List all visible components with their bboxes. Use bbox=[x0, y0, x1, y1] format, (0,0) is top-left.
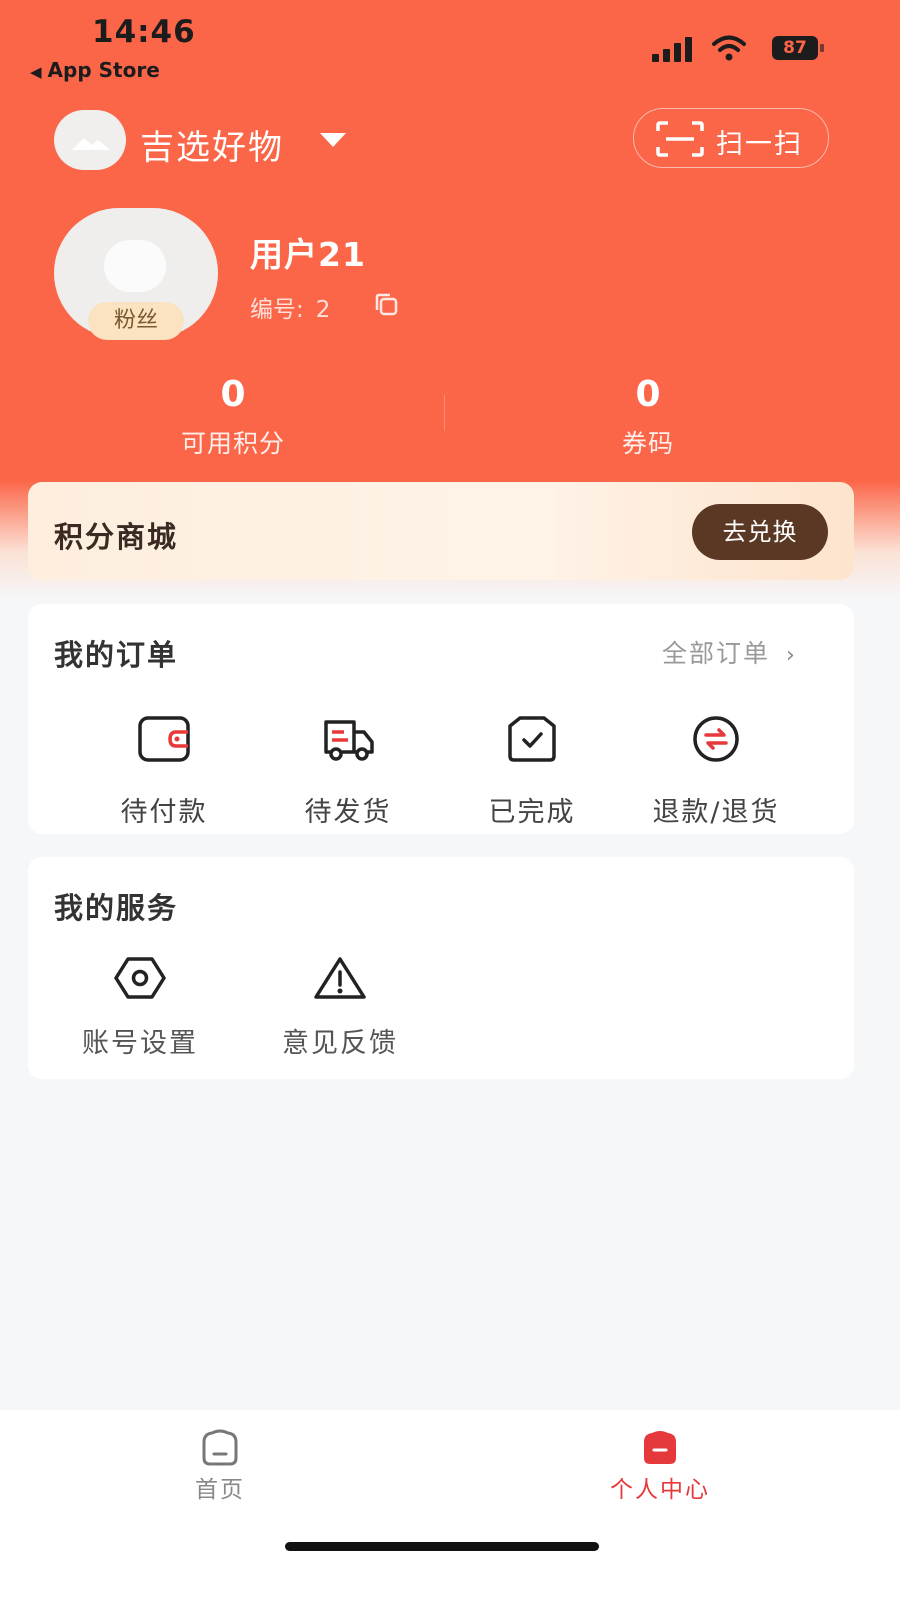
store-switch-caret-icon[interactable] bbox=[320, 133, 346, 147]
check-box-icon bbox=[508, 716, 556, 762]
points-mall-banner[interactable]: 积分商城 去兑换 bbox=[28, 482, 854, 580]
order-completed-label: 已完成 bbox=[488, 797, 576, 828]
back-app-label: App Store bbox=[47, 58, 160, 82]
back-to-app-link[interactable]: ◀ App Store bbox=[30, 58, 160, 82]
tab-profile-label: 个人中心 bbox=[610, 1477, 710, 1503]
orders-card: 我的订单 全部订单 › 待付款 待发货 已完成 退款/退货 bbox=[28, 604, 854, 834]
tab-home-label: 首页 bbox=[195, 1477, 245, 1503]
store-logo[interactable] bbox=[54, 110, 126, 170]
redeem-button[interactable]: 去兑换 bbox=[692, 504, 828, 560]
settings-hexagon-icon bbox=[114, 957, 166, 999]
status-time: 14:46 bbox=[92, 14, 196, 50]
image-placeholder-icon bbox=[72, 138, 110, 150]
account-settings[interactable]: 账号设置 bbox=[50, 955, 230, 1060]
wifi-icon bbox=[712, 35, 746, 61]
copy-icon[interactable] bbox=[372, 292, 400, 318]
delivery-truck-icon bbox=[324, 720, 374, 761]
home-icon bbox=[202, 1429, 238, 1466]
coupon-value: 0 bbox=[635, 374, 661, 415]
scan-button[interactable]: 扫一扫 bbox=[633, 108, 829, 168]
points-stat[interactable]: 0 可用积分 bbox=[133, 372, 333, 460]
order-refund[interactable]: 退款/退货 bbox=[626, 714, 806, 829]
points-value: 0 bbox=[220, 374, 246, 415]
order-pending-shipment[interactable]: 待发货 bbox=[258, 714, 438, 829]
user-id: 编号: 2 bbox=[250, 290, 330, 324]
scan-icon bbox=[656, 121, 704, 157]
refund-icon bbox=[693, 716, 739, 762]
tab-profile[interactable]: 个人中心 bbox=[560, 1428, 760, 1504]
order-pending-payment[interactable]: 待付款 bbox=[74, 714, 254, 829]
username: 用户21 bbox=[250, 235, 366, 274]
order-refund-label: 退款/退货 bbox=[652, 797, 780, 828]
order-completed[interactable]: 已完成 bbox=[442, 714, 622, 829]
order-pending-payment-label: 待付款 bbox=[120, 797, 208, 828]
chevron-right-icon: › bbox=[786, 643, 797, 668]
account-settings-label: 账号设置 bbox=[82, 1028, 198, 1059]
services-card: 我的服务 账号设置 意见反馈 bbox=[28, 857, 854, 1079]
user-id-label: 编号: bbox=[250, 297, 304, 323]
feedback[interactable]: 意见反馈 bbox=[250, 955, 430, 1060]
feedback-label: 意见反馈 bbox=[282, 1028, 398, 1059]
all-orders-label: 全部订单 bbox=[662, 639, 771, 668]
scan-label: 扫一扫 bbox=[716, 129, 803, 160]
cellular-signal-icon bbox=[652, 36, 694, 62]
battery-level: 87 bbox=[772, 36, 818, 60]
coupon-label: 券码 bbox=[621, 429, 674, 458]
coupon-stat[interactable]: 0 券码 bbox=[548, 372, 748, 460]
points-label: 可用积分 bbox=[180, 429, 285, 458]
profile-icon bbox=[644, 1431, 676, 1464]
back-arrow-icon: ◀ bbox=[30, 63, 42, 81]
wallet-icon bbox=[138, 716, 190, 762]
warning-triangle-icon bbox=[314, 957, 366, 999]
all-orders-link[interactable]: 全部订单 › bbox=[662, 634, 797, 670]
points-mall-title: 积分商城 bbox=[54, 520, 179, 554]
bottom-tab-bar: 首页 个人中心 bbox=[0, 1410, 900, 1600]
member-level-badge: 粉丝 bbox=[88, 302, 184, 340]
home-indicator bbox=[285, 1542, 599, 1551]
tab-home[interactable]: 首页 bbox=[120, 1428, 320, 1504]
orders-title: 我的订单 bbox=[54, 638, 179, 672]
services-title: 我的服务 bbox=[54, 891, 179, 925]
store-name[interactable]: 吉选好物 bbox=[140, 120, 284, 169]
battery-icon: 87 bbox=[772, 36, 824, 60]
stats-divider bbox=[444, 395, 445, 431]
order-pending-shipment-label: 待发货 bbox=[304, 797, 392, 828]
user-id-value: 2 bbox=[315, 297, 331, 323]
